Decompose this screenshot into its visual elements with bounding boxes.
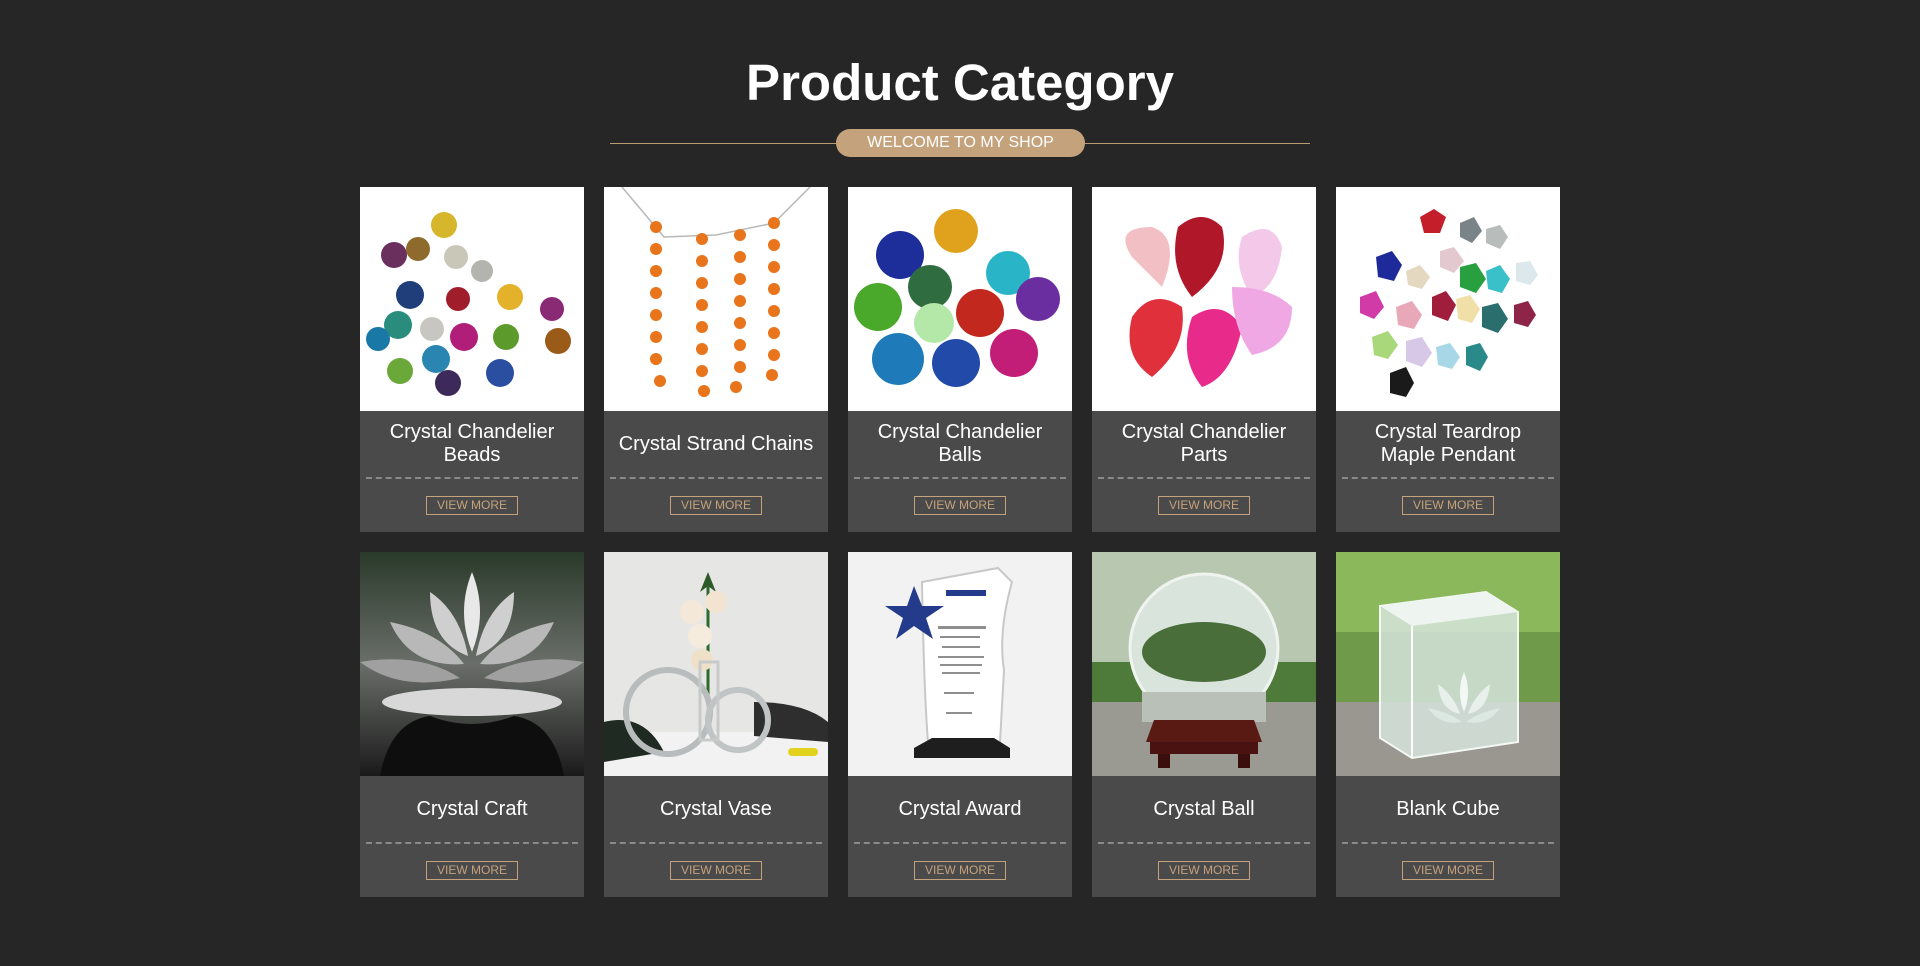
maple-pendants-icon: [1336, 187, 1560, 411]
product-image-crystal-award[interactable]: [848, 552, 1072, 776]
product-image-chandelier-balls[interactable]: [848, 187, 1072, 411]
category-name[interactable]: Crystal Chandelier Parts: [1092, 411, 1316, 477]
welcome-badge: WELCOME TO MY SHOP: [836, 129, 1085, 157]
crystal-lotus-icon: [360, 552, 584, 776]
view-more-button[interactable]: VIEW MORE: [1157, 861, 1250, 880]
category-name[interactable]: Crystal Chandelier Balls: [848, 411, 1072, 477]
category-name[interactable]: Blank Cube: [1336, 776, 1560, 842]
view-more-button[interactable]: VIEW MORE: [1401, 496, 1494, 515]
colorful-beads-icon: [360, 187, 584, 411]
category-card[interactable]: Crystal Craft VIEW MORE: [360, 552, 584, 897]
product-image-crystal-craft[interactable]: [360, 552, 584, 776]
product-image-crystal-vase[interactable]: [604, 552, 828, 776]
category-name[interactable]: Crystal Vase: [604, 776, 828, 842]
category-card[interactable]: Crystal Ball VIEW MORE: [1092, 552, 1316, 897]
crystal-ball-icon: [1092, 552, 1316, 776]
crystal-cube-icon: [1336, 552, 1560, 776]
product-image-maple-pendant[interactable]: [1336, 187, 1560, 411]
category-card[interactable]: Crystal Strand Chains VIEW MORE: [604, 187, 828, 532]
star-award-icon: [848, 552, 1072, 776]
bead-strand-icon: [604, 187, 828, 411]
view-more-button[interactable]: VIEW MORE: [425, 496, 518, 515]
view-more-button[interactable]: VIEW MORE: [1157, 496, 1250, 515]
product-image-crystal-ball[interactable]: [1092, 552, 1316, 776]
category-name[interactable]: Crystal Chandelier Beads: [360, 411, 584, 477]
category-name[interactable]: Crystal Craft: [360, 776, 584, 842]
product-category-section: Product Category WELCOME TO MY SHOP Crys…: [0, 0, 1920, 966]
category-card[interactable]: Crystal Chandelier Beads VIEW MORE: [360, 187, 584, 532]
category-card[interactable]: Crystal Award VIEW MORE: [848, 552, 1072, 897]
ring-vase-icon: [604, 552, 828, 776]
product-image-strand-chains[interactable]: [604, 187, 828, 411]
page-title: Product Category: [746, 54, 1174, 111]
view-more-button[interactable]: VIEW MORE: [913, 861, 1006, 880]
category-name[interactable]: Crystal Teardrop Maple Pendant: [1336, 411, 1560, 477]
product-image-blank-cube[interactable]: [1336, 552, 1560, 776]
category-card[interactable]: Crystal Chandelier Balls VIEW MORE: [848, 187, 1072, 532]
category-name[interactable]: Crystal Strand Chains: [604, 411, 828, 477]
teardrop-prisms-icon: [1092, 187, 1316, 411]
category-card[interactable]: Crystal Vase VIEW MORE: [604, 552, 828, 897]
view-more-button[interactable]: VIEW MORE: [1401, 861, 1494, 880]
view-more-button[interactable]: VIEW MORE: [669, 861, 762, 880]
category-card[interactable]: Crystal Chandelier Parts VIEW MORE: [1092, 187, 1316, 532]
category-name[interactable]: Crystal Award: [848, 776, 1072, 842]
category-card[interactable]: Crystal Teardrop Maple Pendant VIEW MORE: [1336, 187, 1560, 532]
category-grid: Crystal Chandelier Beads VIEW MORE Cryst…: [360, 187, 1561, 897]
view-more-button[interactable]: VIEW MORE: [913, 496, 1006, 515]
category-name[interactable]: Crystal Ball: [1092, 776, 1316, 842]
view-more-button[interactable]: VIEW MORE: [425, 861, 518, 880]
product-image-chandelier-parts[interactable]: [1092, 187, 1316, 411]
view-more-button[interactable]: VIEW MORE: [669, 496, 762, 515]
crystal-balls-icon: [848, 187, 1072, 411]
product-image-beads[interactable]: [360, 187, 584, 411]
category-card[interactable]: Blank Cube VIEW MORE: [1336, 552, 1560, 897]
